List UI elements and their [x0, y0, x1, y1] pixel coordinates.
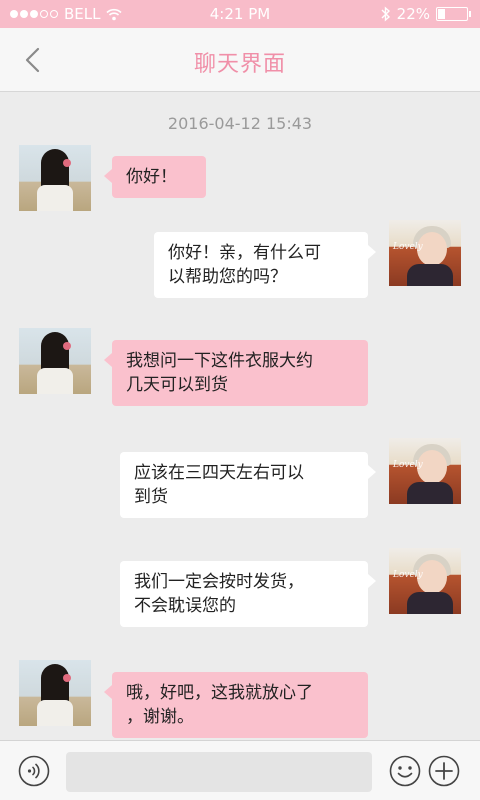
battery-fill: [438, 9, 445, 19]
avatar-customer[interactable]: [19, 328, 91, 394]
voice-icon[interactable]: [18, 755, 50, 787]
chat-timestamp: 2016-04-12 15:43: [167, 114, 313, 133]
plus-icon[interactable]: [428, 755, 460, 787]
battery-icon: [436, 7, 471, 21]
nav-bar: 聊天界面: [0, 28, 480, 92]
avatar-agent[interactable]: Lovely: [389, 220, 461, 286]
message-bubble-sent: 我们一定会按时发货， 不会耽误您的: [120, 561, 376, 627]
avatar-agent[interactable]: Lovely: [389, 548, 461, 614]
avatar-agent[interactable]: Lovely: [389, 438, 461, 504]
message-bubble-sent: 应该在三四天左右可以 到货: [120, 452, 376, 518]
message-bubble-received: 你好！: [104, 156, 206, 198]
message-line: 以帮助您的吗？: [168, 267, 287, 287]
message-line: 我想问一下这件衣服大约: [126, 351, 313, 371]
emoji-icon[interactable]: [389, 755, 421, 787]
chat-area[interactable]: 2016-04-12 15:43 你好！ Lovely 你好！亲，有什么可 以帮…: [0, 92, 480, 740]
message-line: 到货: [134, 487, 168, 507]
input-bar: [0, 740, 480, 800]
status-right: 22%: [381, 5, 471, 23]
battery-percent: 22%: [396, 5, 430, 23]
avatar-customer[interactable]: [19, 145, 91, 211]
message-line: 不会耽误您的: [134, 596, 236, 616]
message-line: 你好！亲，有什么可: [168, 243, 321, 263]
message-input[interactable]: [66, 752, 372, 792]
message-text: 你好！: [126, 167, 177, 187]
message-line: 几天可以到货: [126, 375, 228, 395]
avatar-customer[interactable]: [19, 660, 91, 726]
message-bubble-received: 哦，好吧，这我就放心了 ，谢谢。: [104, 672, 368, 738]
status-bar: BELL 4:21 PM 22%: [0, 0, 480, 28]
page-title: 聊天界面: [193, 52, 286, 77]
message-bubble-sent: 你好！亲，有什么可 以帮助您的吗？: [154, 232, 376, 298]
message-line: 我们一定会按时发货，: [134, 572, 304, 592]
message-line: 哦，好吧，这我就放心了: [126, 683, 313, 703]
message-bubble-received: 我想问一下这件衣服大约 几天可以到货: [104, 340, 368, 406]
message-line: 应该在三四天左右可以: [134, 463, 304, 483]
bluetooth-icon: [381, 6, 390, 22]
message-line: ，谢谢。: [126, 707, 194, 727]
